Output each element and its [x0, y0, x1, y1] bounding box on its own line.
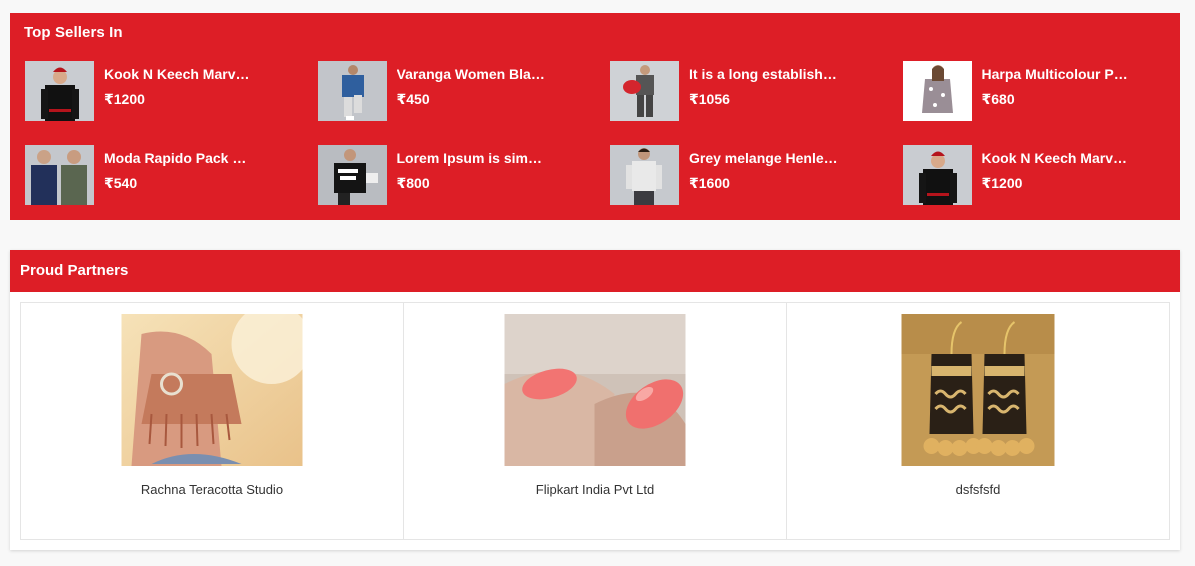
product-name[interactable]: Harpa Multicolour Printed Top [982, 66, 1132, 84]
top-seller-item[interactable]: Moda Rapido Pack of 2 T-shirts ₹540 [25, 145, 318, 229]
partners-title: Proud Partners [20, 262, 129, 279]
partner-logo-image[interactable] [901, 314, 1055, 466]
product-name[interactable]: Grey melange Henley T-shirt [689, 150, 839, 168]
top-seller-item[interactable]: Grey melange Henley T-shirt ₹1600 [610, 145, 903, 229]
product-name[interactable]: Kook N Keech Marvel Men Black Sweatshirt [982, 150, 1132, 168]
top-seller-item[interactable]: Kook N Keech Marvel Men Black Sweatshirt… [902, 145, 1195, 229]
product-thumbnail[interactable] [25, 61, 94, 121]
product-name[interactable]: It is a long established fact [689, 66, 839, 84]
partner-logo-image[interactable] [121, 314, 303, 466]
product-name[interactable]: Varanga Women Black Kurta [397, 66, 547, 84]
top-sellers-grid: Kook N Keech Marvel Men Black Sweatshirt… [25, 61, 1185, 229]
proud-partners-section: Proud Partners Rachna Teracotta Studio F… [10, 250, 1180, 550]
product-thumbnail[interactable] [902, 61, 972, 121]
top-sellers-title: Top Sellers In [24, 24, 123, 41]
product-name[interactable]: Kook N Keech Marvel Men Black Sweatshirt [104, 66, 254, 84]
top-seller-item[interactable]: Lorem Ipsum is simply dummy text ₹800 [317, 145, 611, 229]
product-thumbnail[interactable] [317, 61, 387, 121]
product-thumbnail[interactable] [25, 145, 94, 205]
partner-name[interactable]: Rachna Teracotta Studio [21, 482, 403, 497]
product-price: ₹1600 [689, 175, 730, 191]
product-price: ₹540 [104, 175, 138, 191]
partners-grid: Rachna Teracotta Studio Flipkart India P… [20, 302, 1170, 540]
top-seller-item[interactable]: Kook N Keech Marvel Men Black Sweatshirt… [25, 61, 318, 145]
product-thumbnail[interactable] [317, 145, 387, 205]
product-price: ₹1056 [689, 91, 730, 107]
partner-name[interactable]: Flipkart India Pvt Ltd [404, 482, 786, 497]
partner-card[interactable]: Rachna Teracotta Studio [21, 303, 404, 539]
top-sellers-section: Top Sellers In Kook N Keech Marvel Men B… [10, 13, 1180, 220]
partner-logo-image[interactable] [504, 314, 686, 466]
partners-header: Proud Partners [10, 250, 1180, 292]
product-price: ₹450 [396, 91, 430, 107]
top-seller-item[interactable]: Varanga Women Black Kurta ₹450 [317, 61, 611, 145]
product-name[interactable]: Lorem Ipsum is simply dummy text [397, 150, 547, 168]
product-price: ₹1200 [104, 91, 145, 107]
partner-name[interactable]: dsfsfsfd [787, 482, 1169, 497]
product-thumbnail[interactable] [610, 61, 679, 121]
top-seller-item[interactable]: It is a long established fact ₹1056 [610, 61, 903, 145]
product-thumbnail[interactable] [902, 145, 972, 205]
product-price: ₹800 [396, 175, 430, 191]
product-thumbnail[interactable] [610, 145, 679, 205]
product-name[interactable]: Moda Rapido Pack of 2 T-shirts [104, 150, 254, 168]
partner-card[interactable]: Flipkart India Pvt Ltd [404, 303, 787, 539]
top-seller-item[interactable]: Harpa Multicolour Printed Top ₹680 [902, 61, 1195, 145]
product-price: ₹1200 [981, 175, 1023, 191]
product-price: ₹680 [981, 91, 1015, 107]
partner-card[interactable]: dsfsfsfd [787, 303, 1169, 539]
